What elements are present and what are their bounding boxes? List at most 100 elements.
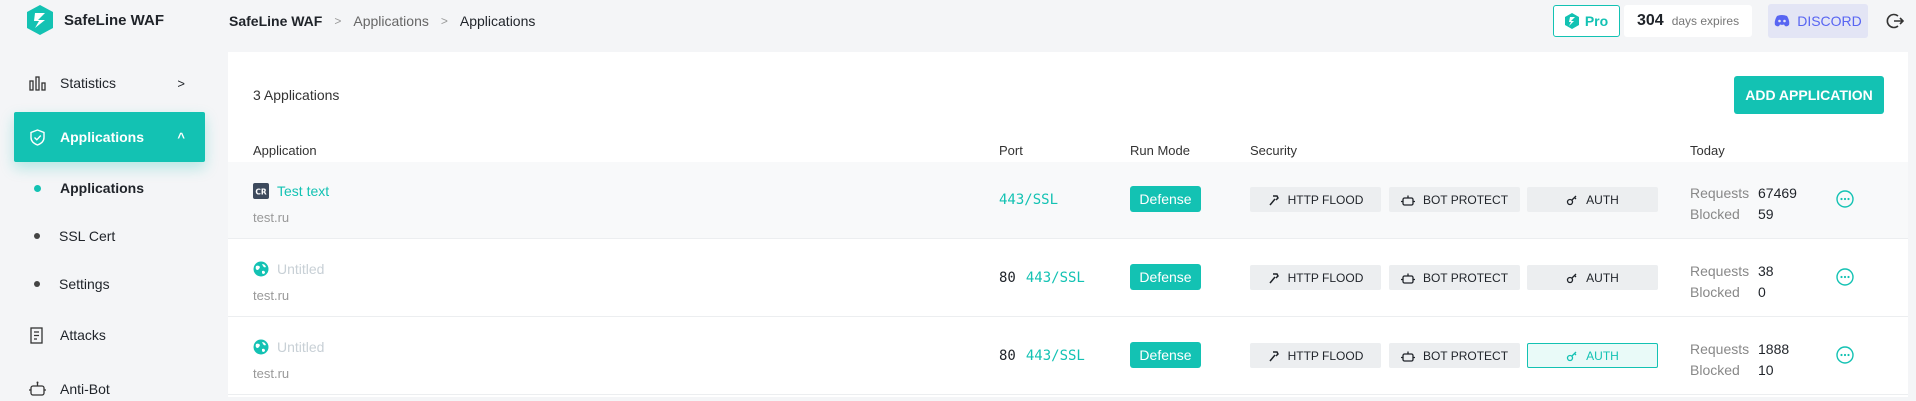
chevron-up-icon: ^ [177,129,185,145]
breadcrumb-separator-icon: > [440,14,448,28]
security-bot-protect-toggle[interactable]: BOT PROTECT [1389,265,1520,290]
requests-value: 38 [1758,263,1774,279]
security-http-flood-toggle[interactable]: HTTP FLOOD [1250,265,1381,290]
sidebar-item-statistics[interactable]: Statistics > [14,58,205,108]
sidebar-item-label: Statistics [60,75,117,91]
security-label: HTTP FLOOD [1287,348,1364,363]
sidebar-subitem-label: SSL Cert [59,228,116,244]
breadcrumb-parent[interactable]: Applications [353,13,429,29]
add-application-button[interactable]: ADD APPLICATION [1734,76,1884,114]
app-name-link[interactable]: Untitled [277,261,324,277]
blocked-label: Blocked [1690,206,1740,222]
breadcrumb-current: Applications [459,13,536,29]
key-icon [1567,195,1577,205]
requests-value: 67469 [1758,185,1797,201]
security-label: BOT PROTECT [1422,270,1509,285]
app-favicon-icon: CR [253,183,269,199]
column-header-run-mode: Run Mode [1130,143,1190,158]
sidebar-item-applications[interactable]: Applications ^ [14,112,205,162]
security-auth-toggle[interactable]: AUTH [1527,265,1658,290]
today-stats: Requests 1888 Blocked 10 [1690,339,1789,381]
sidebar-subitem-label: Applications [60,180,145,196]
today-stats: Requests 38 Blocked 0 [1690,261,1774,303]
security-label: HTTP FLOOD [1287,270,1364,285]
table-header: Application Port Run Mode Security Today [228,138,1908,162]
shield-icon [28,128,46,146]
discord-button[interactable]: DISCORD [1768,4,1868,38]
app-domain: test.ru [253,288,290,303]
blocked-value: 59 [1758,206,1774,222]
hammer-icon [1269,272,1279,283]
requests-label: Requests [1690,185,1750,201]
table-row[interactable]: Untitled test.ru 80 443/SSL Defense HTTP… [228,240,1908,317]
breadcrumb-root[interactable]: SafeLine WAF [229,13,322,29]
blocked-label: Blocked [1690,362,1740,378]
license-days: 304 days expires [1624,5,1752,37]
applications-panel: 3 Applications ADD APPLICATION Applicati… [228,52,1908,397]
bullet-icon [34,233,40,239]
attack-list-icon [28,326,46,344]
table-row[interactable]: Untitled test.ru 80 443/SSL Defense HTTP… [228,318,1908,395]
requests-label: Requests [1690,263,1750,279]
requests-value: 1888 [1758,341,1790,357]
app-name-link[interactable]: Test text [277,183,329,199]
safeline-logo-icon [27,5,53,35]
sidebar-item-anti-bot[interactable]: Anti-Bot [14,364,205,401]
applications-count: 3 Applications [253,87,340,103]
app-ports: 80 443/SSL [999,348,1085,364]
security-http-flood-toggle[interactable]: HTTP FLOOD [1250,187,1381,212]
security-label: BOT PROTECT [1422,348,1509,363]
key-icon [1567,273,1577,283]
more-options-icon[interactable] [1836,190,1854,208]
pro-label: Pro [1584,13,1609,29]
pro-lightning-icon [1564,13,1579,29]
sidebar-item-attacks[interactable]: Attacks [14,310,205,360]
sidebar-subitem-applications[interactable]: Applications [34,180,144,196]
robot-icon [1400,351,1415,362]
sidebar-item-label: Applications [60,129,145,145]
days-label: days expires [1671,14,1740,28]
run-mode-badge[interactable]: Defense [1130,186,1201,212]
blocked-value: 0 [1758,284,1766,300]
robot-icon [1400,195,1415,206]
blocked-value: 10 [1758,362,1774,378]
security-auth-toggle[interactable]: AUTH [1527,187,1658,212]
security-http-flood-toggle[interactable]: HTTP FLOOD [1250,343,1381,368]
column-header-application: Application [253,143,317,158]
security-label: AUTH [1586,192,1619,207]
security-bot-protect-toggle[interactable]: BOT PROTECT [1389,187,1520,212]
robot-icon [1400,273,1415,284]
column-header-today: Today [1690,143,1725,158]
security-label: BOT PROTECT [1422,192,1509,207]
hammer-icon [1269,350,1279,361]
requests-label: Requests [1690,341,1750,357]
table-row[interactable]: CR Test text test.ru 443/SSL Defense HTT… [228,162,1908,239]
app-domain: test.ru [253,210,290,225]
days-count: 304 [1637,12,1664,29]
discord-icon [1774,15,1790,27]
bullet-icon [34,184,41,192]
sidebar-subitem-ssl-cert[interactable]: SSL Cert [34,228,115,244]
today-stats: Requests 67469 Blocked 59 [1690,183,1797,225]
chevron-right-icon: > [177,75,185,91]
port-ssl: 443/SSL [1025,270,1085,286]
svg-text:CR: CR [255,187,267,196]
breadcrumb-separator-icon: > [334,14,342,28]
port-ssl: 443/SSL [1025,348,1085,364]
app-domain: test.ru [253,366,290,381]
app-name-link[interactable]: Untitled [277,339,324,355]
security-label: AUTH [1586,348,1619,363]
run-mode-badge[interactable]: Defense [1130,264,1201,290]
run-mode-badge[interactable]: Defense [1130,342,1201,368]
security-bot-protect-toggle[interactable]: BOT PROTECT [1389,343,1520,368]
column-header-port: Port [999,143,1023,158]
security-auth-toggle[interactable]: AUTH [1527,343,1658,368]
more-options-icon[interactable] [1836,346,1854,364]
globe-icon [253,261,269,277]
pro-badge[interactable]: Pro [1553,5,1620,37]
logout-icon[interactable] [1886,12,1904,30]
app-ports: 80 443/SSL [999,270,1085,286]
more-options-icon[interactable] [1836,268,1854,286]
sidebar-subitem-settings[interactable]: Settings [34,276,110,292]
bar-chart-icon [28,74,46,92]
